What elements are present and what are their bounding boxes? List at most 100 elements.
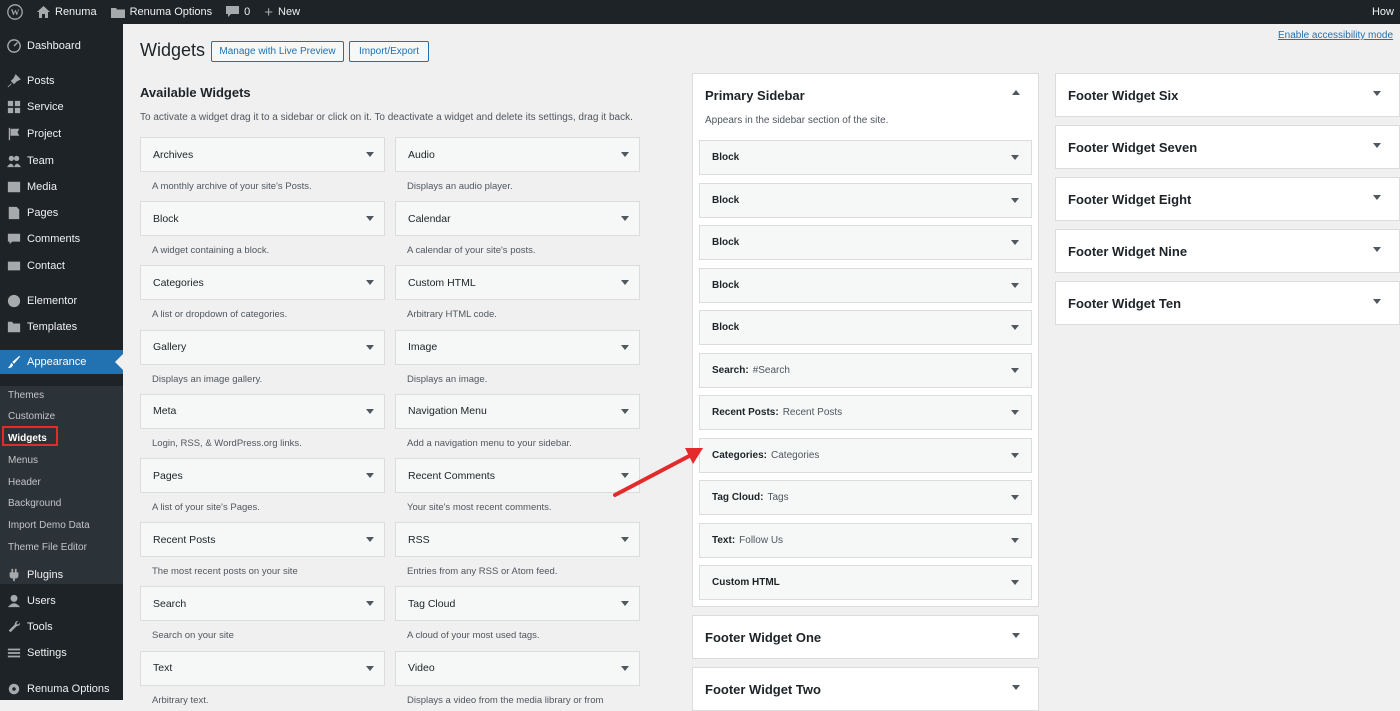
dropdown-arrow-icon[interactable] xyxy=(621,408,629,414)
theme-options-link[interactable]: Renuma Options xyxy=(104,0,220,24)
submenu-item-background[interactable]: Background xyxy=(8,494,61,514)
dropdown-arrow-icon[interactable] xyxy=(366,665,374,671)
widget-navigation-menu[interactable]: Navigation Menu xyxy=(395,393,640,429)
dropdown-arrow-icon[interactable] xyxy=(1373,143,1381,148)
menu-item-media[interactable]: Media xyxy=(0,175,123,199)
sidebar-widget[interactable]: Block xyxy=(699,182,1032,218)
dropdown-arrow-icon[interactable] xyxy=(1011,197,1019,203)
dropdown-arrow-icon[interactable] xyxy=(366,280,374,286)
account-menu[interactable]: How xyxy=(1366,0,1400,24)
sidebar-widget[interactable]: Search: #Search xyxy=(699,352,1032,388)
dropdown-arrow-icon[interactable] xyxy=(621,601,629,607)
submenu-item-theme-file-editor[interactable]: Theme File Editor xyxy=(8,538,87,558)
menu-item-comments[interactable]: Comments xyxy=(0,227,123,251)
menu-item-users[interactable]: Users xyxy=(0,589,123,613)
sidebar-widget[interactable]: Block xyxy=(699,267,1032,303)
menu-item-project[interactable]: Project xyxy=(0,122,123,146)
widget-area-footer-widget-nine[interactable]: Footer Widget Nine xyxy=(1055,229,1400,273)
sidebar-widget[interactable]: Block xyxy=(699,310,1032,345)
dropdown-arrow-icon[interactable] xyxy=(1011,325,1019,330)
menu-item-elementor[interactable]: Elementor xyxy=(0,289,123,313)
dropdown-arrow-icon[interactable] xyxy=(366,344,374,350)
dropdown-arrow-icon[interactable] xyxy=(1373,195,1381,200)
sidebar-widget[interactable]: Block xyxy=(699,140,1032,175)
dropdown-arrow-icon[interactable] xyxy=(1011,367,1019,373)
menu-item-tools[interactable]: Tools xyxy=(0,615,123,639)
widget-calendar[interactable]: Calendar xyxy=(395,201,640,237)
widget-gallery[interactable]: Gallery xyxy=(140,329,385,365)
widget-audio[interactable]: Audio xyxy=(395,137,640,172)
menu-item-renuma-options[interactable]: Renuma Options xyxy=(0,677,123,701)
menu-item-posts[interactable]: Posts xyxy=(0,69,123,93)
dropdown-arrow-icon[interactable] xyxy=(1011,240,1019,245)
widget-archives[interactable]: Archives xyxy=(140,137,385,172)
widget-area-footer-widget-one[interactable]: Footer Widget One xyxy=(692,615,1039,659)
widget-recent-posts[interactable]: Recent Posts xyxy=(140,522,385,558)
dropdown-arrow-icon[interactable] xyxy=(366,408,374,414)
widget-video[interactable]: Video xyxy=(395,650,640,686)
collapse-arrow-icon[interactable] xyxy=(1012,90,1020,95)
widget-pages[interactable]: Pages xyxy=(140,458,385,493)
dropdown-arrow-icon[interactable] xyxy=(1373,299,1381,304)
menu-item-appearance[interactable]: Appearance xyxy=(0,350,123,374)
dropdown-arrow-icon[interactable] xyxy=(621,665,629,671)
menu-item-contact[interactable]: Contact xyxy=(0,254,123,278)
dropdown-arrow-icon[interactable] xyxy=(1011,580,1019,585)
submenu-item-import-demo-data[interactable]: Import Demo Data xyxy=(8,516,90,536)
widget-area-footer-widget-eight[interactable]: Footer Widget Eight xyxy=(1055,177,1400,221)
dropdown-arrow-icon[interactable] xyxy=(1012,633,1020,638)
sidebar-widget[interactable]: Categories: Categories xyxy=(699,437,1032,473)
wordpress-logo-icon[interactable]: W xyxy=(0,0,30,24)
widget-rss[interactable]: RSS xyxy=(395,522,640,558)
sidebar-widget[interactable]: Custom HTML xyxy=(699,565,1032,600)
dropdown-arrow-icon[interactable] xyxy=(621,344,629,350)
menu-item-team[interactable]: Team xyxy=(0,149,123,173)
dropdown-arrow-icon[interactable] xyxy=(1011,537,1019,543)
widget-area-footer-widget-six[interactable]: Footer Widget Six xyxy=(1055,73,1400,117)
menu-item-service[interactable]: Service xyxy=(0,95,123,119)
submenu-item-customize[interactable]: Customize xyxy=(8,407,55,427)
dropdown-arrow-icon[interactable] xyxy=(366,537,374,543)
menu-item-templates[interactable]: Templates xyxy=(0,315,123,339)
dropdown-arrow-icon[interactable] xyxy=(366,216,374,222)
submenu-item-header[interactable]: Header xyxy=(8,473,41,493)
sidebar-widget[interactable]: Recent Posts: Recent Posts xyxy=(699,395,1032,430)
dropdown-arrow-icon[interactable] xyxy=(1373,247,1381,252)
menu-item-plugins[interactable]: Plugins xyxy=(0,563,123,587)
widget-custom-html[interactable]: Custom HTML xyxy=(395,265,640,301)
dropdown-arrow-icon[interactable] xyxy=(366,473,374,478)
sidebar-widget[interactable]: Block xyxy=(699,225,1032,260)
dropdown-arrow-icon[interactable] xyxy=(621,216,629,222)
widget-meta[interactable]: Meta xyxy=(140,393,385,429)
widget-categories[interactable]: Categories xyxy=(140,265,385,301)
sidebar-widget[interactable]: Tag Cloud: Tags xyxy=(699,480,1032,515)
dropdown-arrow-icon[interactable] xyxy=(1011,282,1019,288)
widget-area-footer-widget-two[interactable]: Footer Widget Two xyxy=(692,667,1039,711)
site-name-link[interactable]: Renuma xyxy=(30,0,104,24)
dropdown-arrow-icon[interactable] xyxy=(1011,155,1019,160)
widget-area-footer-widget-ten[interactable]: Footer Widget Ten xyxy=(1055,281,1400,325)
menu-item-pages[interactable]: Pages xyxy=(0,201,123,225)
new-content-link[interactable]: + New xyxy=(257,0,307,24)
submenu-item-themes[interactable]: Themes xyxy=(8,386,44,406)
dropdown-arrow-icon[interactable] xyxy=(1011,495,1019,500)
dropdown-arrow-icon[interactable] xyxy=(366,601,374,607)
dropdown-arrow-icon[interactable] xyxy=(1373,91,1381,96)
widget-recent-comments[interactable]: Recent Comments xyxy=(395,458,640,493)
import-export-button[interactable]: Import/Export xyxy=(349,41,429,62)
widget-text[interactable]: Text xyxy=(140,650,385,686)
widget-block[interactable]: Block xyxy=(140,201,385,237)
widget-image[interactable]: Image xyxy=(395,329,640,365)
menu-item-dashboard[interactable]: Dashboard xyxy=(0,34,123,58)
dropdown-arrow-icon[interactable] xyxy=(621,537,629,543)
dropdown-arrow-icon[interactable] xyxy=(1012,685,1020,690)
dropdown-arrow-icon[interactable] xyxy=(1011,452,1019,458)
dropdown-arrow-icon[interactable] xyxy=(621,280,629,286)
accessibility-mode-link[interactable]: Enable accessibility mode xyxy=(1278,30,1393,41)
live-preview-button[interactable]: Manage with Live Preview xyxy=(211,41,344,62)
widget-area-footer-widget-seven[interactable]: Footer Widget Seven xyxy=(1055,125,1400,169)
comments-link[interactable]: 0 xyxy=(219,0,257,24)
widget-tag-cloud[interactable]: Tag Cloud xyxy=(395,586,640,622)
dropdown-arrow-icon[interactable] xyxy=(1011,410,1019,415)
submenu-item-menus[interactable]: Menus xyxy=(8,451,38,471)
